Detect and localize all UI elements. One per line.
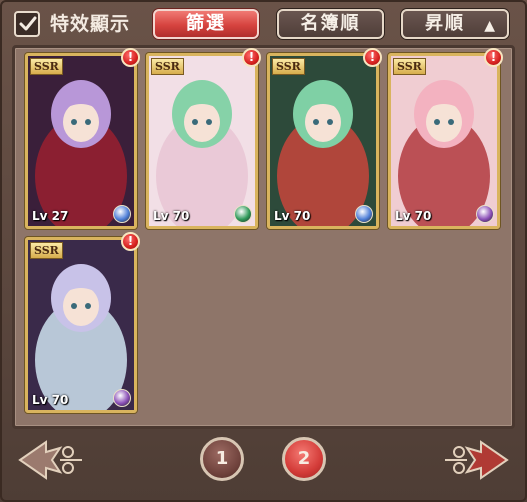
character-portrait	[270, 56, 376, 226]
chevron-up-icon: ▲	[484, 18, 495, 34]
level-label: Lv 70	[153, 209, 190, 223]
dark-element-icon	[113, 389, 131, 407]
prev-page-arrow-icon[interactable]	[16, 438, 86, 482]
filter-button[interactable]: 篩選	[153, 9, 259, 39]
new-badge-icon: !	[242, 48, 261, 67]
wind-element-icon	[234, 205, 252, 223]
character-portrait	[391, 56, 497, 226]
character-card[interactable]: SSR Lv 70	[267, 53, 379, 229]
level-label: Lv 70	[32, 393, 69, 407]
next-page-arrow-icon[interactable]	[441, 438, 511, 482]
character-card[interactable]: SSR Lv 70	[25, 237, 137, 413]
rarity-label: SSR	[30, 58, 63, 75]
character-portrait	[28, 240, 134, 410]
level-label: Lv 27	[32, 209, 69, 223]
page-1-button[interactable]: 1	[200, 437, 244, 481]
checkmark-icon	[19, 16, 37, 31]
new-badge-icon: !	[121, 48, 140, 67]
rarity-label: SSR	[393, 58, 426, 75]
character-portrait	[149, 56, 255, 226]
water-element-icon	[113, 205, 131, 223]
rarity-label: SSR	[30, 242, 63, 259]
character-card[interactable]: SSR Lv 27	[25, 53, 137, 229]
water-element-icon	[355, 205, 373, 223]
rarity-label: SSR	[272, 58, 305, 75]
new-badge-icon: !	[484, 48, 503, 67]
level-label: Lv 70	[395, 209, 432, 223]
effect-display-label: 特效顯示	[50, 13, 131, 35]
character-card[interactable]: SSR Lv 70	[146, 53, 258, 229]
new-badge-icon: !	[363, 48, 382, 67]
effect-display-checkbox[interactable]	[14, 11, 40, 37]
sort-order-button[interactable]: 昇順 ▲	[401, 9, 509, 39]
character-portrait	[28, 56, 134, 226]
sort-order-label: 昇順	[425, 13, 465, 34]
new-badge-icon: !	[121, 232, 140, 251]
dark-element-icon	[476, 205, 494, 223]
character-card[interactable]: SSR Lv 70	[388, 53, 500, 229]
sort-by-roster-button[interactable]: 名簿順	[277, 9, 384, 39]
level-label: Lv 70	[274, 209, 311, 223]
rarity-label: SSR	[151, 58, 184, 75]
page-2-button[interactable]: 2	[282, 437, 326, 481]
